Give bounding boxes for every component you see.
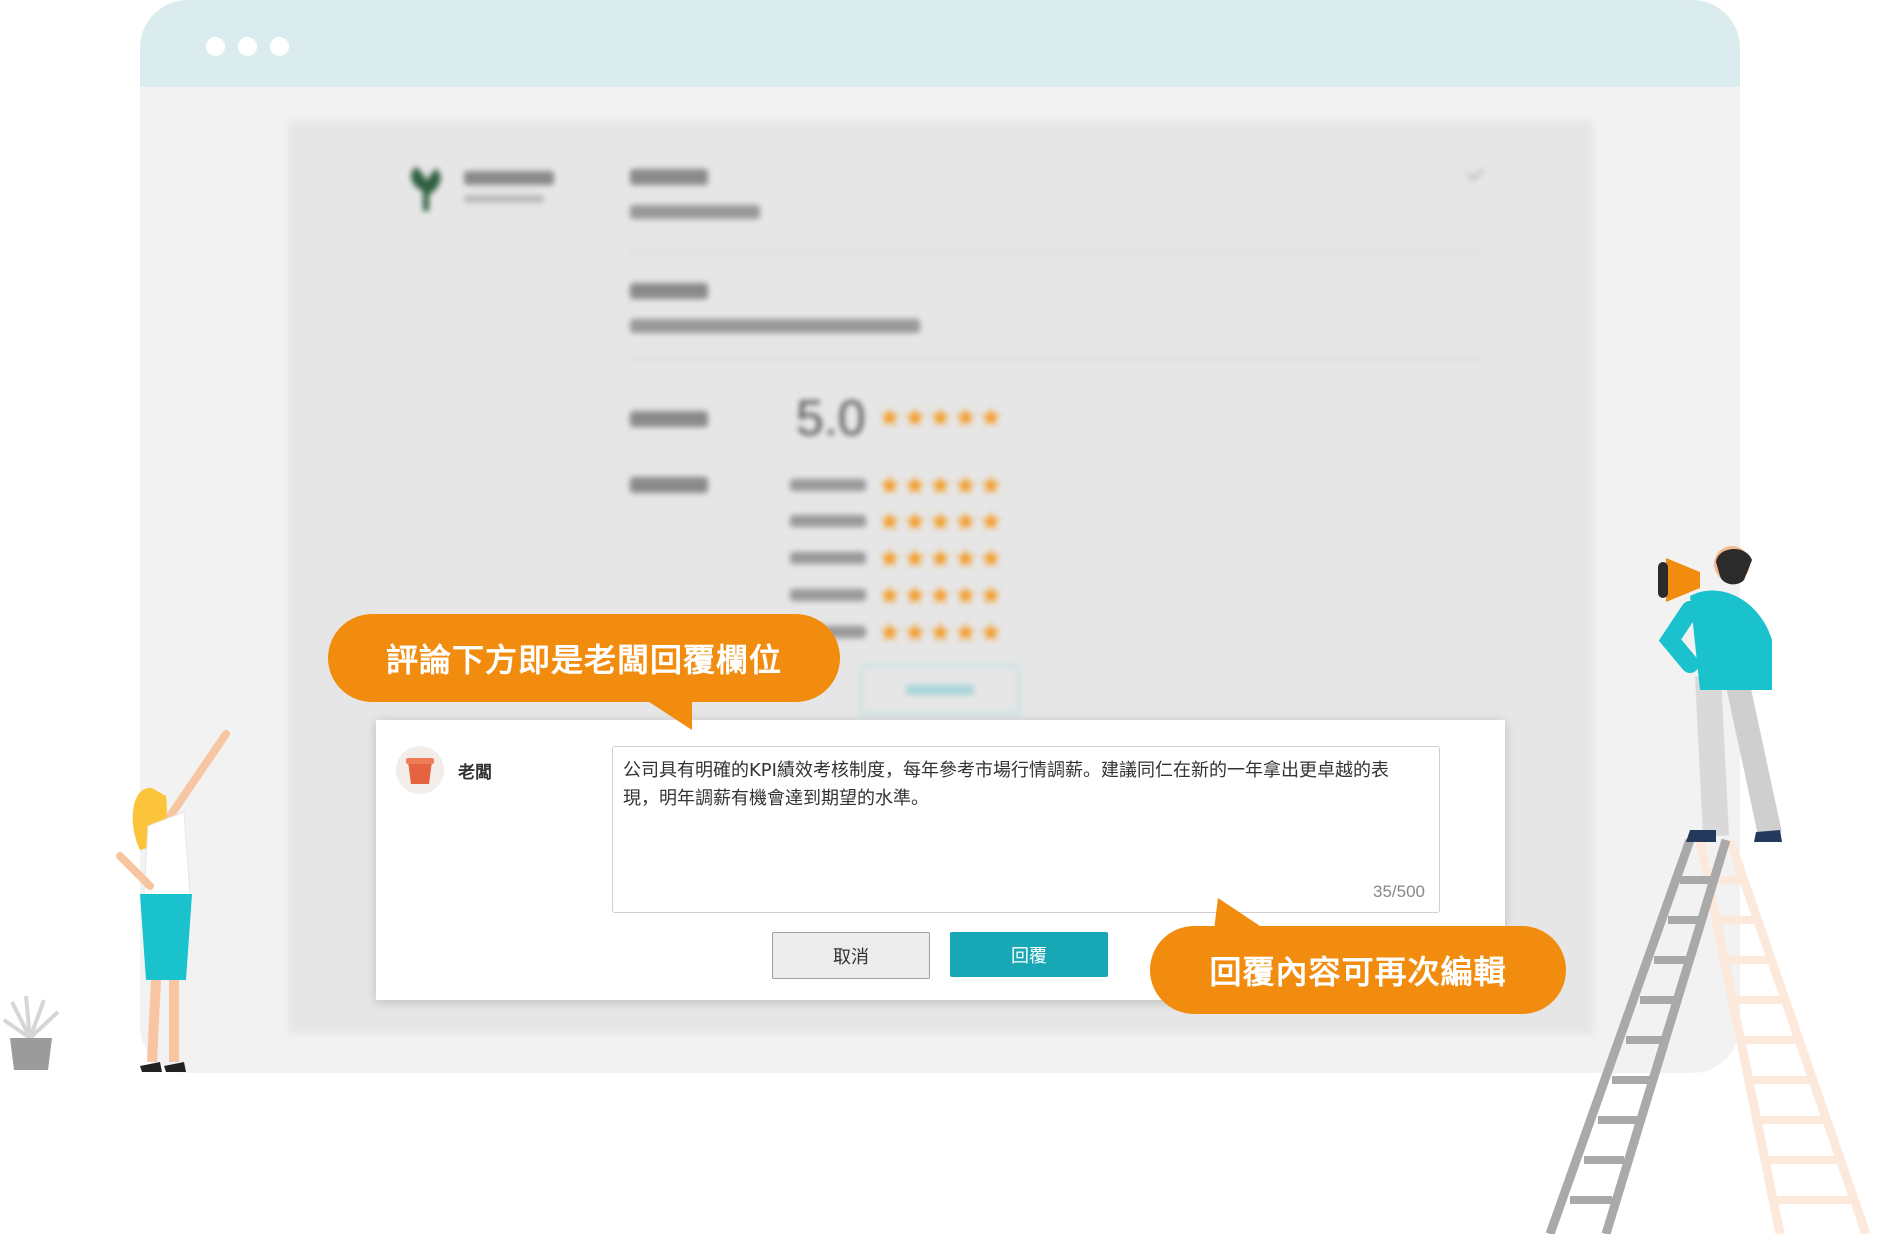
callout-tail-2 [1214, 898, 1266, 930]
divider [630, 358, 1480, 360]
reply-author-name: 老闆 [458, 763, 492, 783]
window-dot-3 [270, 37, 289, 56]
plant-avatar-icon [411, 167, 441, 211]
woman-pointing-illustration [116, 730, 230, 1072]
rating-row-stars: ★★★★★ [878, 544, 1005, 574]
job-title [630, 169, 708, 185]
rating-row-stars: ★★★★★ [878, 618, 1005, 648]
cancel-button[interactable]: 取消 [772, 932, 930, 979]
callout-tail-1 [640, 696, 692, 730]
review-date [464, 195, 544, 203]
rating-row-stars: ★★★★★ [878, 581, 1005, 611]
divider [630, 250, 1480, 252]
rating-row-label [790, 479, 866, 491]
section-title [630, 283, 708, 299]
flower-pot-icon [406, 758, 434, 784]
overall-score: 5.0 [796, 390, 866, 446]
overall-stars: ★★★★★ [878, 403, 1005, 433]
reply-submit-button[interactable]: 回覆 [950, 932, 1108, 977]
reply-review-label [906, 685, 974, 695]
review-text [630, 319, 920, 333]
chevron-down-icon [1466, 163, 1484, 181]
ladder-man-illustration [1545, 546, 1871, 1234]
callout-editable: 回覆內容可再次編輯 [1150, 926, 1566, 1014]
reply-review-button[interactable] [860, 665, 1020, 715]
potted-plant-illustration [2, 995, 60, 1070]
overall-rating-label [630, 411, 708, 427]
detail-rating-label [630, 477, 708, 493]
browser-titlebar [140, 0, 1740, 87]
work-years [630, 205, 760, 219]
callout-reply-area: 評論下方即是老闆回覆欄位 [328, 614, 840, 702]
rating-row-stars: ★★★★★ [878, 471, 1005, 501]
boss-avatar [396, 746, 444, 794]
reply-textarea[interactable]: 公司具有明確的KPI績效考核制度，每年參考市場行情調薪。建議同仁在新的一年拿出更… [612, 746, 1440, 913]
char-counter: 35/500 [1373, 882, 1425, 901]
rating-row-label [790, 515, 866, 527]
rating-row-label [790, 552, 866, 564]
reviewer-name [464, 171, 554, 185]
rating-row-label [790, 589, 866, 601]
reply-text-content: 公司具有明確的KPI績效考核制度，每年參考市場行情調薪。建議同仁在新的一年拿出更… [623, 760, 1389, 809]
window-dot-1 [206, 37, 225, 56]
rating-row-stars: ★★★★★ [878, 507, 1005, 537]
window-dot-2 [238, 37, 257, 56]
